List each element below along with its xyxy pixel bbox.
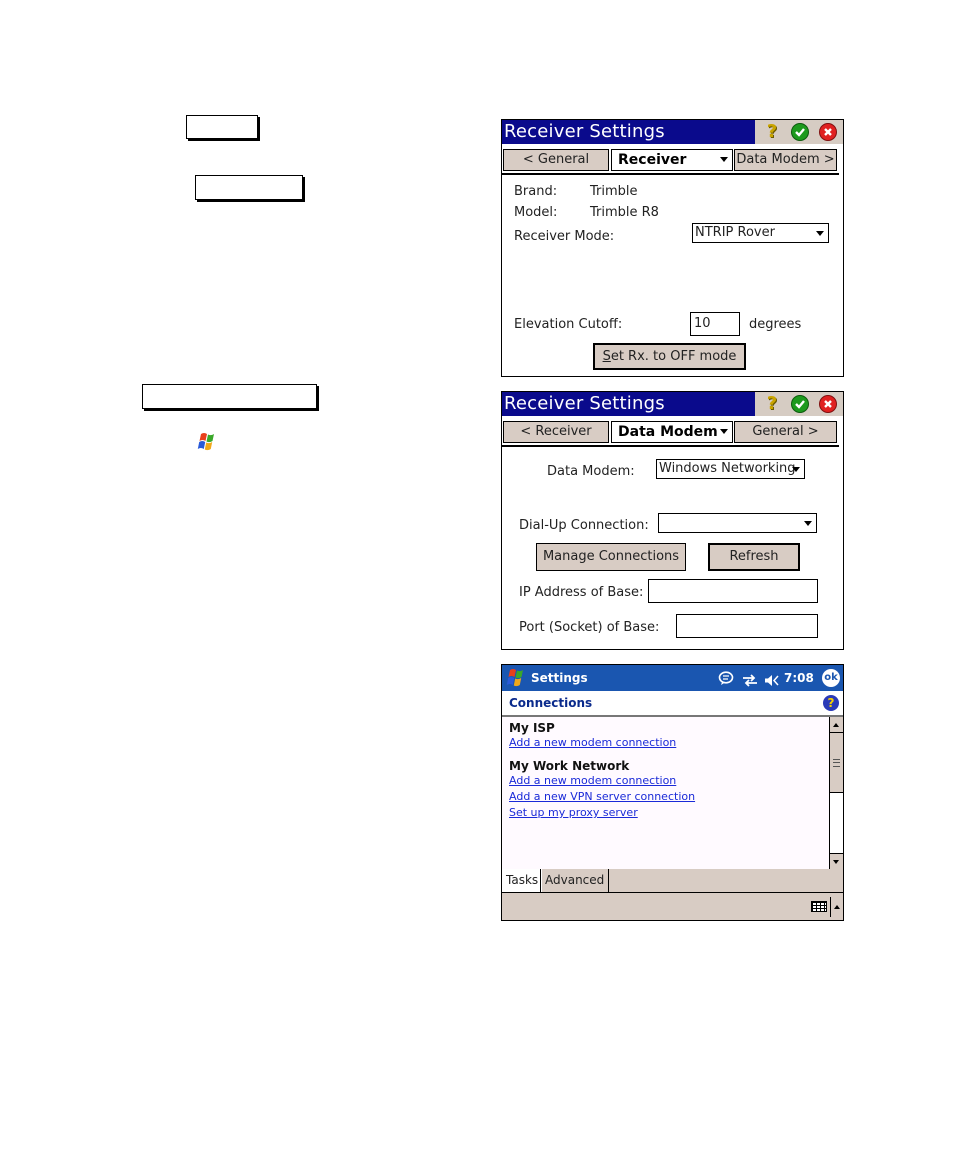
app-title: Settings xyxy=(531,671,588,685)
dialup-connection-dropdown[interactable] xyxy=(658,513,817,533)
page-selector-value: Data Modem xyxy=(618,424,718,440)
chevron-down-icon xyxy=(720,157,728,162)
group-heading-my-isp: My ISP xyxy=(509,721,555,735)
data-modem-dropdown[interactable]: Windows Networking xyxy=(656,459,805,479)
help-icon[interactable]: ? xyxy=(823,695,839,711)
arrow-up-icon xyxy=(833,723,839,727)
brand-value: Trimble xyxy=(590,184,638,199)
windows-start-flag-icon xyxy=(196,432,218,452)
manage-connections-button[interactable]: Manage Connections xyxy=(536,543,686,571)
next-page-button[interactable]: General > xyxy=(734,421,837,443)
scroll-up-button[interactable] xyxy=(830,717,843,733)
brand-label: Brand: xyxy=(514,184,558,199)
port-label: Port (Socket) of Base: xyxy=(519,620,660,635)
ok-check-icon[interactable] xyxy=(791,395,809,413)
speaker-icon[interactable] xyxy=(764,672,780,686)
group-heading-my-work-network: My Work Network xyxy=(509,759,630,773)
connections-task-list: My ISP Add a new modem connection My Wor… xyxy=(502,717,829,869)
vertical-scrollbar[interactable] xyxy=(829,717,843,869)
elevation-unit-label: degrees xyxy=(749,317,802,332)
tab-advanced[interactable]: Advanced xyxy=(540,869,610,892)
connections-settings-window: Settings 7:08 ok Connections ? My ISP Ad… xyxy=(501,664,844,921)
page-nav-bar: < General Receiver Data Modem > xyxy=(502,146,843,174)
window-title: Receiver Settings xyxy=(504,393,665,414)
title-bar-icons: ? xyxy=(755,120,843,144)
ip-address-input[interactable] xyxy=(648,579,818,603)
scroll-thumb[interactable] xyxy=(830,733,843,793)
callout-box-3 xyxy=(142,384,317,409)
next-page-button[interactable]: Data Modem > xyxy=(734,149,837,171)
page-selector-value: Receiver xyxy=(618,152,687,168)
help-icon[interactable]: ? xyxy=(763,395,781,413)
chevron-down-icon xyxy=(816,231,824,236)
link-work-set-up-proxy[interactable]: Set up my proxy server xyxy=(509,806,638,819)
ip-address-label: IP Address of Base: xyxy=(519,585,644,600)
title-bar-icons: ? xyxy=(755,392,843,416)
button-label: et Rx. to OFF mode xyxy=(610,349,737,364)
page-title: Connections xyxy=(509,696,593,710)
link-work-add-vpn-connection[interactable]: Add a new VPN server connection xyxy=(509,790,695,803)
close-x-icon[interactable] xyxy=(819,123,837,141)
port-input[interactable] xyxy=(676,614,818,638)
callout-box-1 xyxy=(186,115,258,139)
scroll-down-button[interactable] xyxy=(830,853,843,869)
dialup-connection-label: Dial-Up Connection: xyxy=(519,518,649,533)
page-header: Connections ? xyxy=(502,691,843,717)
elevation-cutoff-input[interactable]: 10 xyxy=(690,312,740,336)
title-bar: Receiver Settings ? xyxy=(502,392,843,416)
divider xyxy=(502,173,839,175)
input-panel-arrow-up-icon[interactable] xyxy=(834,905,840,909)
data-modem-settings-window: Receiver Settings ? < Receiver Data Mode… xyxy=(501,391,844,650)
accelerator-key: S xyxy=(602,349,611,364)
callout-box-2 xyxy=(195,175,303,200)
receiver-mode-value: NTRIP Rover xyxy=(695,225,775,240)
arrow-down-icon xyxy=(833,860,839,864)
receiver-settings-window: Receiver Settings ? < General Receiver D… xyxy=(501,119,844,377)
window-title: Receiver Settings xyxy=(504,121,665,142)
link-work-add-modem-connection[interactable]: Add a new modem connection xyxy=(509,774,676,787)
grip-icon xyxy=(833,759,840,767)
refresh-button[interactable]: Refresh xyxy=(708,543,800,571)
prev-page-button[interactable]: < General xyxy=(503,149,609,171)
ok-check-icon[interactable] xyxy=(791,123,809,141)
clock-time[interactable]: 7:08 xyxy=(784,665,814,691)
elevation-cutoff-label: Elevation Cutoff: xyxy=(514,317,623,332)
navigation-bar: Settings 7:08 ok xyxy=(502,665,843,691)
chevron-down-icon xyxy=(792,467,800,472)
tab-tasks[interactable]: Tasks xyxy=(502,869,543,892)
divider xyxy=(830,897,831,917)
model-label: Model: xyxy=(514,205,558,220)
data-modem-value: Windows Networking xyxy=(659,461,796,476)
receiver-mode-label: Receiver Mode: xyxy=(514,229,615,244)
connectivity-arrows-icon[interactable] xyxy=(742,672,758,687)
title-bar: Receiver Settings ? xyxy=(502,120,843,144)
chevron-down-icon xyxy=(720,429,728,434)
menu-bar xyxy=(502,893,843,920)
chevron-down-icon xyxy=(804,521,812,526)
notification-bubble-icon[interactable] xyxy=(718,671,734,686)
close-x-icon[interactable] xyxy=(819,395,837,413)
page-nav-bar: < Receiver Data Modem General > xyxy=(502,418,843,446)
data-modem-label: Data Modem: xyxy=(547,464,635,479)
tab-strip: Tasks Advanced xyxy=(502,869,843,893)
keyboard-icon[interactable] xyxy=(811,901,827,912)
prev-page-button[interactable]: < Receiver xyxy=(503,421,609,443)
page-selector-dropdown[interactable]: Receiver xyxy=(611,149,733,171)
start-menu-windows-icon[interactable] xyxy=(505,668,527,688)
set-rx-off-mode-button[interactable]: Set Rx. to OFF mode xyxy=(593,343,746,370)
model-value: Trimble R8 xyxy=(590,205,659,220)
ok-button[interactable]: ok xyxy=(822,669,840,687)
receiver-mode-dropdown[interactable]: NTRIP Rover xyxy=(692,223,829,243)
help-icon[interactable]: ? xyxy=(763,123,781,141)
page-selector-dropdown[interactable]: Data Modem xyxy=(611,421,733,443)
link-isp-add-modem-connection[interactable]: Add a new modem connection xyxy=(509,736,676,749)
divider xyxy=(502,445,839,447)
